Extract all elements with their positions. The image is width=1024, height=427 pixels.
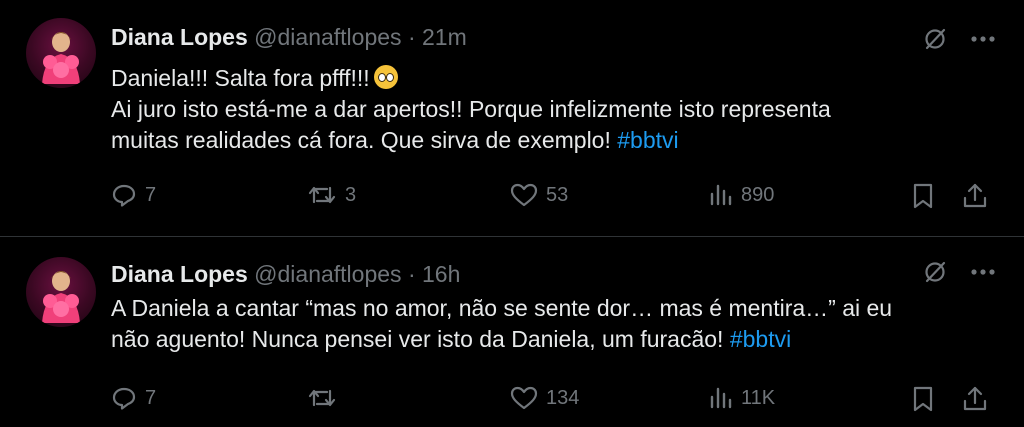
timestamp[interactable]: 21m — [422, 24, 467, 50]
reply-icon — [111, 385, 137, 411]
tweet-text-line: Daniela!!! Salta fora pfff!!! — [111, 62, 991, 94]
tweet[interactable]: Diana Lopes @dianaftlopes · 16h A Daniel… — [0, 237, 1024, 427]
timestamp[interactable]: 16h — [422, 261, 460, 287]
reply-button[interactable]: 7 — [111, 385, 156, 411]
tweet-text-line: muitas realidades cá fora. Que sirva de … — [111, 127, 679, 153]
repost-icon — [307, 182, 337, 208]
author-handle[interactable]: @dianaftlopes — [254, 24, 401, 50]
views-icon — [709, 385, 733, 411]
tweet-header: Diana Lopes @dianaftlopes · 16h — [111, 260, 460, 288]
bookmark-button[interactable] — [911, 182, 935, 210]
views-button[interactable]: 890 — [709, 182, 774, 208]
reply-count: 7 — [145, 386, 157, 409]
tweet-header: Diana Lopes @dianaftlopes · 21m — [111, 23, 467, 51]
more-icon[interactable] — [970, 268, 996, 276]
tweet-text-line: A Daniela a cantar “mas no amor, não se … — [111, 295, 893, 321]
like-count: 53 — [546, 183, 569, 206]
views-button[interactable]: 11K — [709, 385, 775, 411]
tweet[interactable]: Diana Lopes @dianaftlopes · 21m Daniela!… — [0, 0, 1024, 237]
like-icon — [510, 182, 538, 208]
tweet-actions: 7 134 11K — [111, 385, 994, 415]
repost-count: 3 — [345, 183, 357, 206]
views-count: 890 — [741, 183, 775, 206]
tweet-text-line: Ai juro isto está-me a dar apertos!! Por… — [111, 96, 831, 122]
more-icon[interactable] — [970, 35, 996, 43]
views-icon — [709, 182, 733, 208]
hashtag-link[interactable]: #bbtvi — [730, 326, 791, 352]
reply-button[interactable]: 7 — [111, 182, 156, 208]
crying-face-emoji — [373, 65, 398, 89]
tweet-top-actions — [922, 259, 996, 285]
separator-dot: · — [407, 261, 416, 287]
avatar-image — [42, 32, 80, 84]
repost-button[interactable] — [307, 385, 345, 411]
tweet-actions: 7 3 53 890 — [111, 182, 994, 212]
like-count: 134 — [546, 386, 580, 409]
separator-dot: · — [407, 24, 416, 50]
avatar[interactable] — [26, 257, 96, 327]
author-handle[interactable]: @dianaftlopes — [254, 261, 401, 287]
bookmark-button[interactable] — [911, 385, 935, 413]
tweet-top-actions — [922, 26, 996, 52]
repost-button[interactable]: 3 — [307, 182, 356, 208]
like-icon — [510, 385, 538, 411]
share-button[interactable] — [962, 182, 988, 210]
grok-icon[interactable] — [922, 26, 948, 52]
like-button[interactable]: 134 — [510, 385, 579, 411]
share-icon — [962, 182, 988, 210]
hashtag-link[interactable]: #bbtvi — [617, 127, 678, 153]
grok-icon[interactable] — [922, 259, 948, 285]
reply-icon — [111, 182, 137, 208]
author-name[interactable]: Diana Lopes — [111, 24, 248, 50]
like-button[interactable]: 53 — [510, 182, 568, 208]
bookmark-icon — [911, 385, 935, 413]
tweet-text: A Daniela a cantar “mas no amor, não se … — [111, 293, 991, 355]
tweet-text: Daniela!!! Salta fora pfff!!! Ai juro is… — [111, 62, 991, 156]
tweet-text-line: não aguento! Nunca pensei ver isto da Da… — [111, 326, 792, 352]
repost-icon — [307, 385, 337, 411]
author-name[interactable]: Diana Lopes — [111, 261, 248, 287]
reply-count: 7 — [145, 183, 157, 206]
bookmark-icon — [911, 182, 935, 210]
share-button[interactable] — [962, 385, 988, 413]
avatar-image — [42, 271, 80, 323]
avatar[interactable] — [26, 18, 96, 88]
share-icon — [962, 385, 988, 413]
views-count: 11K — [741, 386, 776, 409]
